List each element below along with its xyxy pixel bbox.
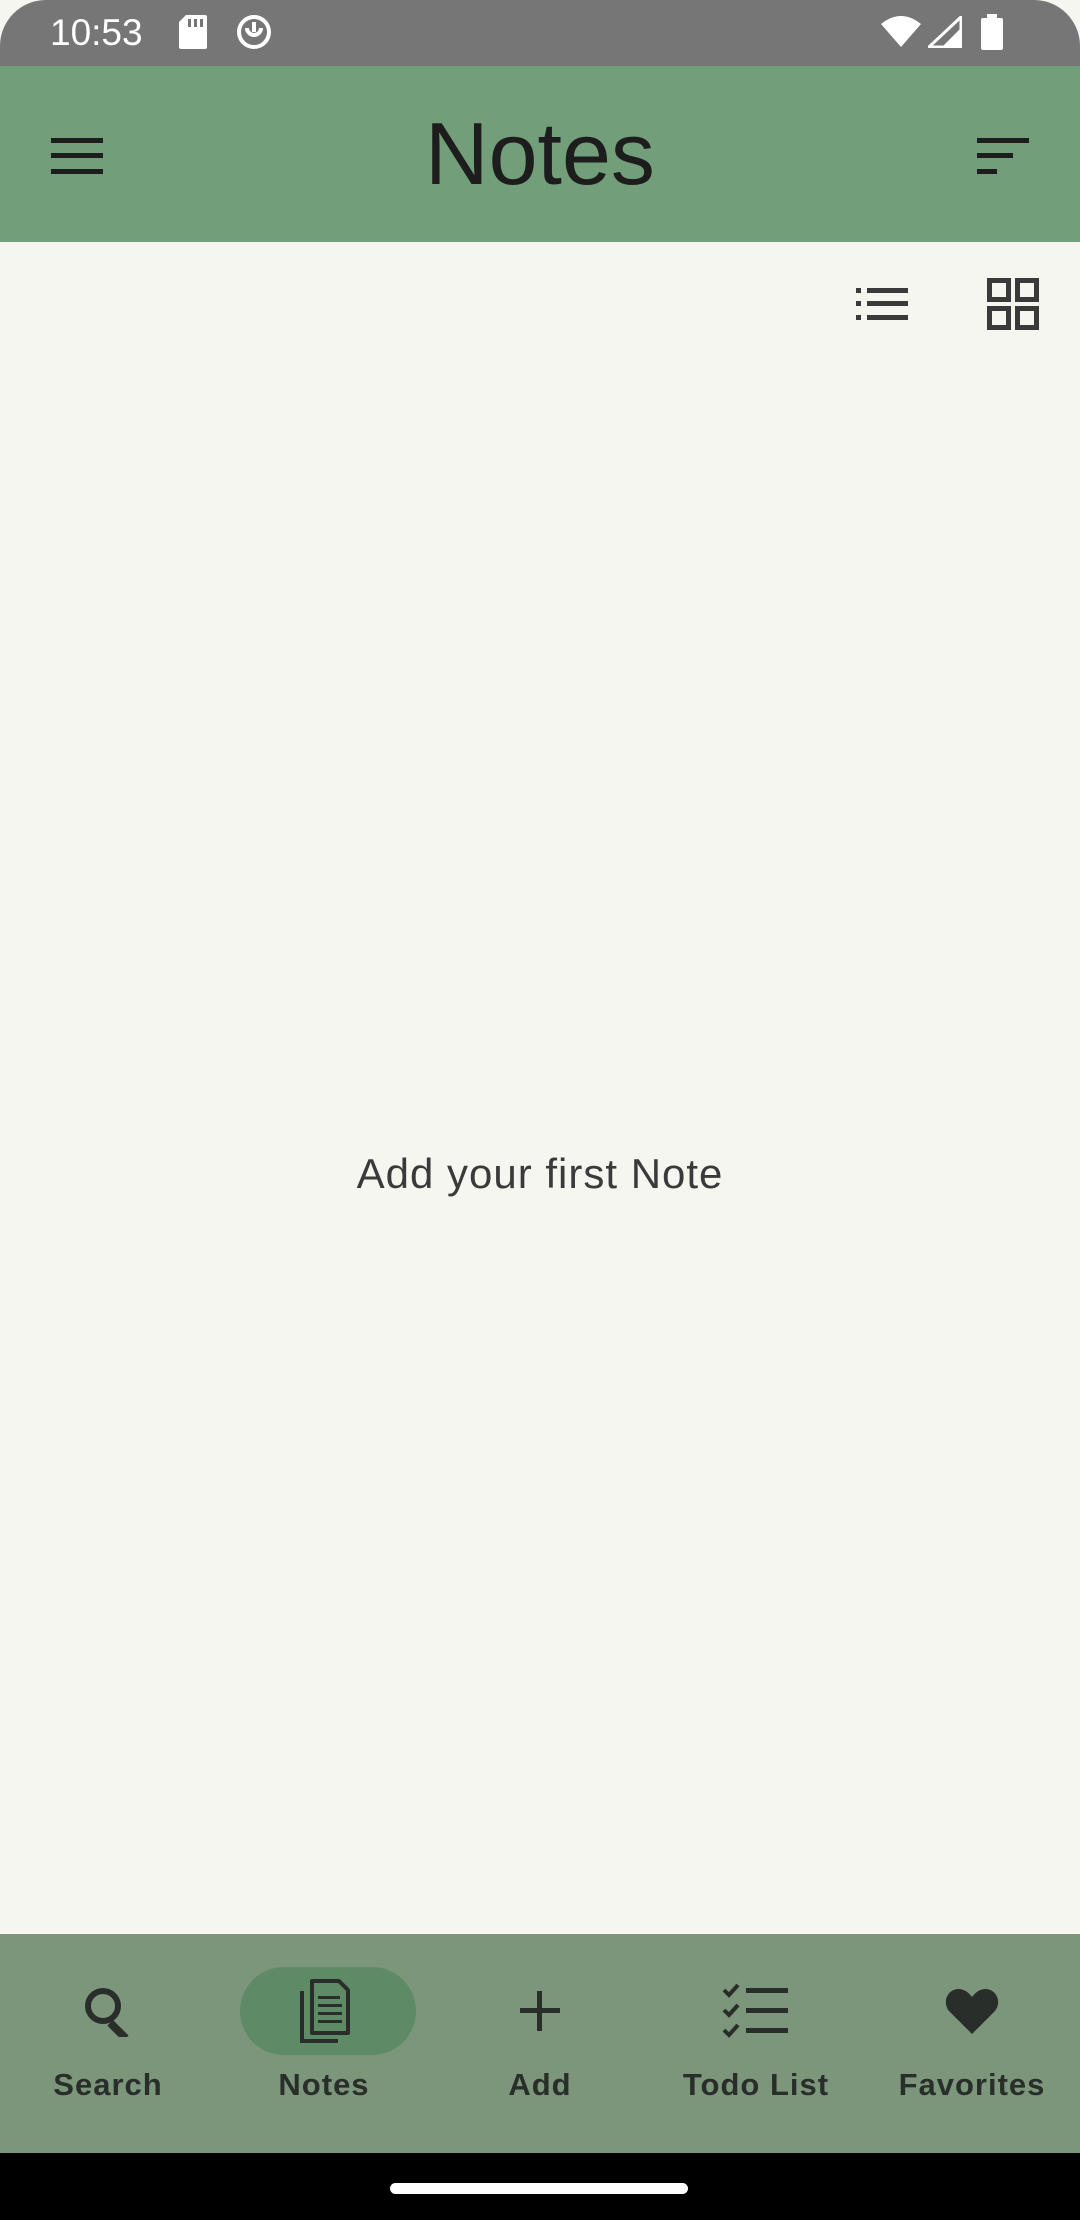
grid-view-button[interactable] [973,266,1053,346]
cellular-signal-icon [927,15,963,53]
sort-icon [977,137,1029,179]
nav-item-search[interactable]: Search [0,1934,216,2153]
grid-view-icon [987,277,1039,335]
nav-item-add[interactable]: Add [432,1934,648,2153]
page-title: Notes [425,104,655,203]
status-bar: 10:53 [0,0,1080,66]
menu-button[interactable] [37,118,117,198]
nav-item-todo-list[interactable]: Todo List [648,1934,864,2153]
list-view-icon [856,287,908,325]
list-view-button[interactable] [842,266,922,346]
sort-button[interactable] [963,118,1043,198]
nav-label-search: Search [53,2067,163,2102]
nav-label-favorites: Favorites [898,2067,1046,2102]
nav-item-notes[interactable]: Notes [216,1934,432,2153]
notes-icon [216,1978,432,2044]
nav-label-add: Add [508,2067,572,2102]
wifi-icon [880,16,922,53]
add-icon [432,1978,648,2044]
heart-icon [864,1978,1080,2044]
nav-item-favorites[interactable]: Favorites [864,1934,1080,2153]
empty-state-message: Add your first Note [356,1150,724,1197]
search-icon [0,1978,216,2044]
sync-icon [236,14,272,55]
bottom-navigation: Search Notes Add Todo List Favorites [0,1934,1080,2153]
sd-card-icon [178,14,208,55]
nav-label-notes: Notes [278,2067,370,2102]
gesture-navigation-bar [0,2153,1080,2220]
screen: 10:53 Notes Add your first Note Search N… [0,0,1080,2220]
status-time: 10:53 [50,12,143,53]
home-gesture-handle[interactable] [390,2183,688,2194]
app-bar: Notes [0,66,1080,242]
hamburger-menu-icon [51,137,103,179]
todo-list-icon [648,1978,864,2044]
battery-icon [980,14,1004,55]
nav-label-todo-list: Todo List [682,2067,830,2102]
